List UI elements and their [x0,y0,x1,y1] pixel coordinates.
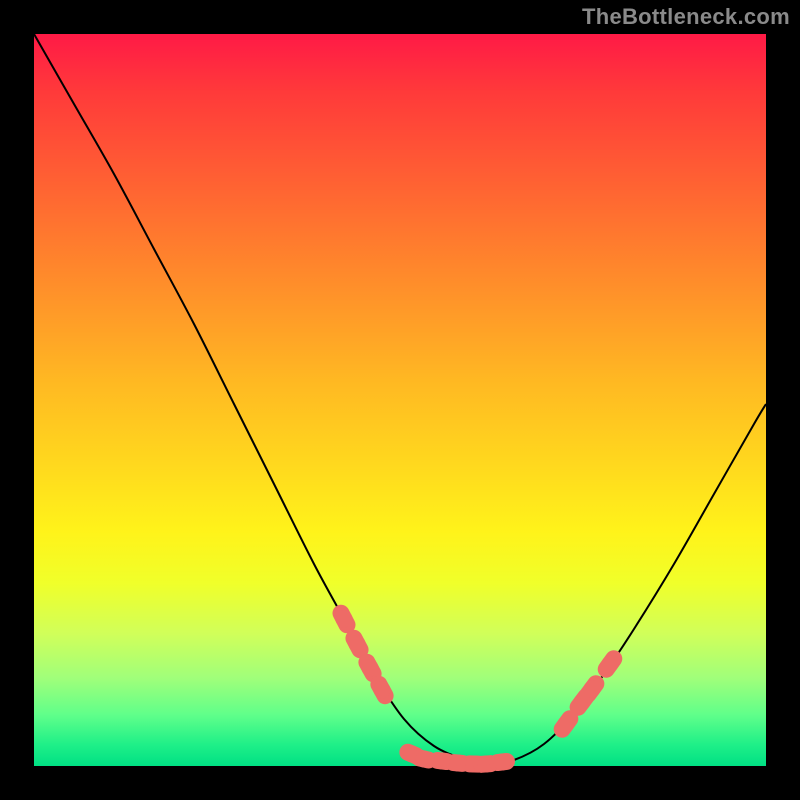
plot-area [34,34,766,766]
bottleneck-curve [34,34,766,764]
watermark-text: TheBottleneck.com [582,4,790,30]
marker-cap [362,660,379,677]
marker-cap [558,716,575,733]
marker-cap [584,681,601,698]
marker-cap [349,636,366,653]
curve-group [34,34,766,764]
marker-cap [374,682,391,699]
markers-left [330,602,397,707]
chart-svg [34,34,766,766]
marker-cap [336,611,353,628]
markers-valley [397,741,516,773]
marker-cap [602,656,619,673]
markers-right [550,647,625,741]
marker-cap [494,754,511,771]
chart-frame: TheBottleneck.com [0,0,800,800]
